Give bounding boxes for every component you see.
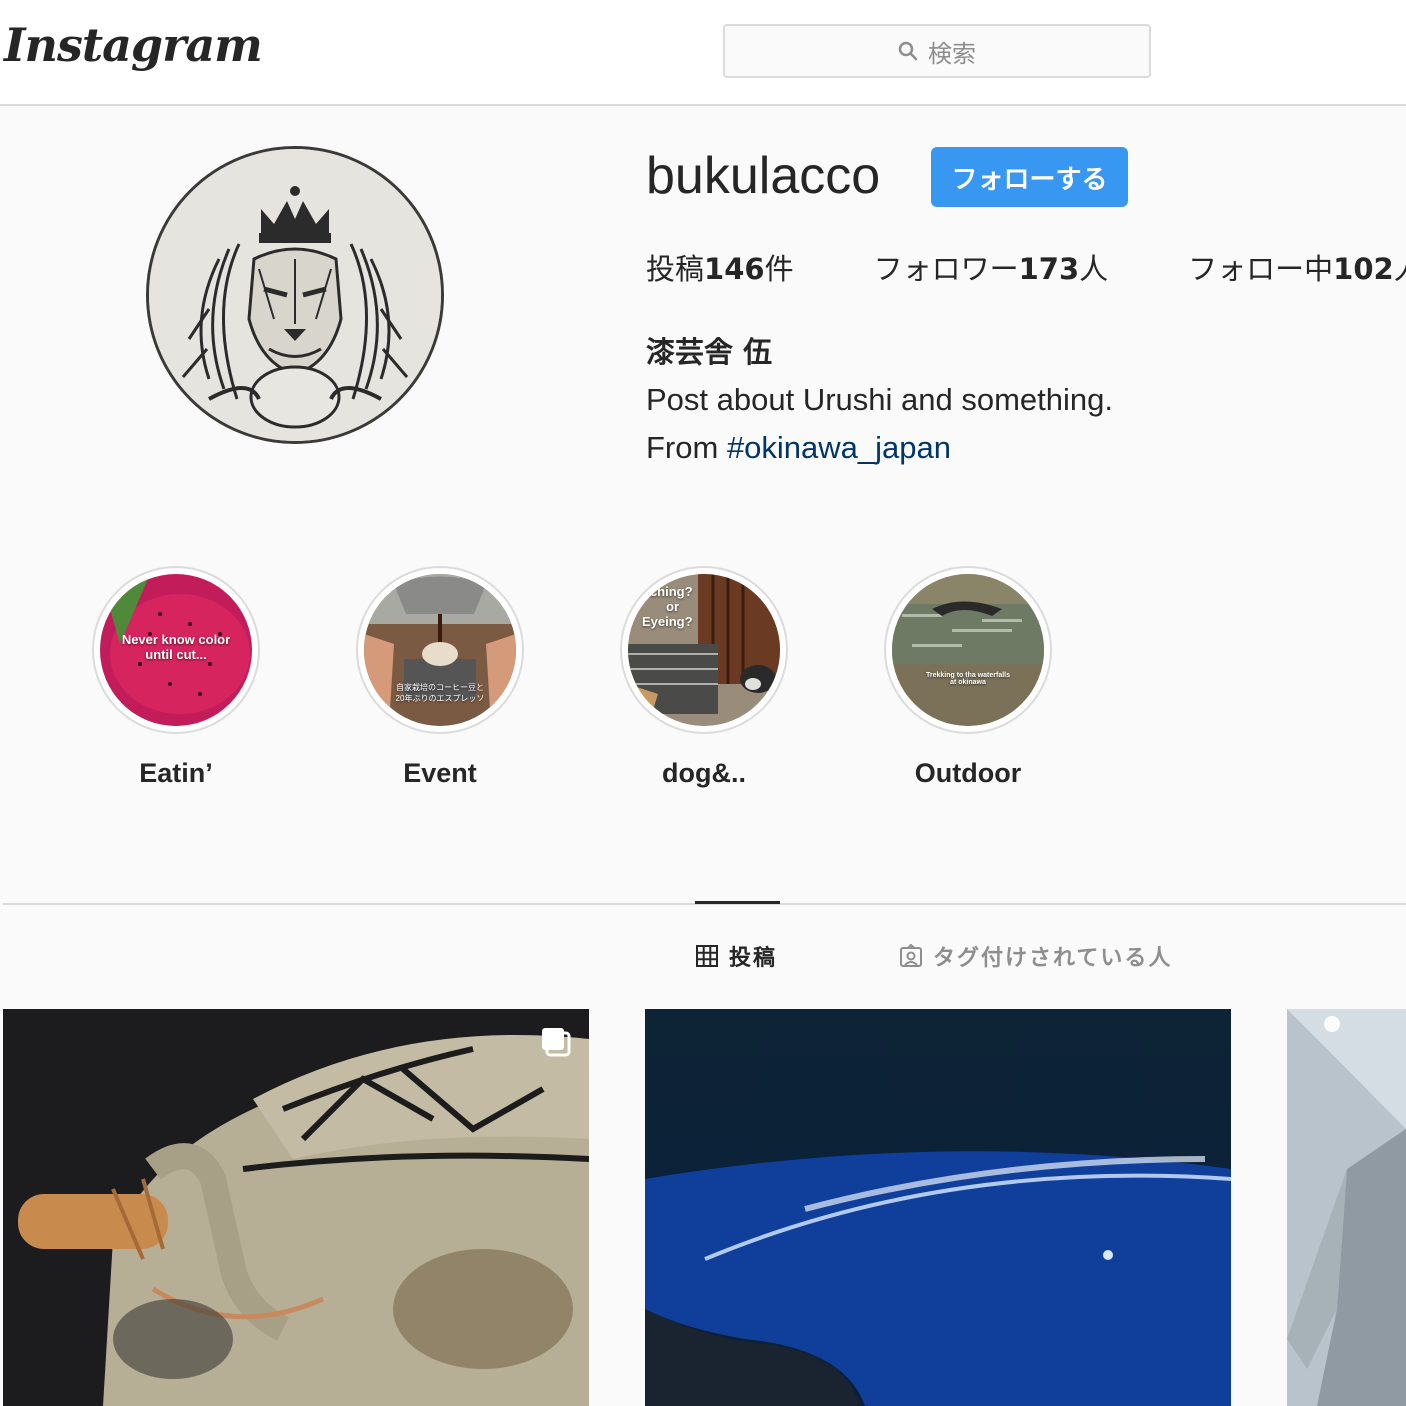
profile-stats: 投稿146件フォロワー173人フォロー中102人 xyxy=(646,246,1406,288)
caption-line-1: itching? xyxy=(642,584,693,599)
search-icon xyxy=(898,41,918,61)
caption-line-2: until cut... xyxy=(145,647,207,662)
bio-line-2: From #okinawa_japan xyxy=(646,424,1113,472)
caption-line-2: at okinawa xyxy=(950,679,986,686)
followers-stat-value: 173 xyxy=(1018,252,1080,286)
highlight-caption: 自家栽培のコーヒー豆と 20年ぶりのエスプレッソ xyxy=(364,682,516,704)
caption-line-1: Never know color xyxy=(121,632,231,647)
bio-from-text: From xyxy=(646,430,727,465)
search-input[interactable]: 検索 xyxy=(723,24,1151,78)
white-object-photo xyxy=(1287,1009,1406,1406)
highlight-outdoor[interactable]: Trekking to tha waterfalls at okinawa Out… xyxy=(882,566,1054,789)
highlight-caption: Never know color until cut... xyxy=(100,632,252,662)
highlight-dog[interactable]: itching? or Eyeing? dog&.. xyxy=(618,566,790,789)
search-placeholder: 検索 xyxy=(928,39,976,68)
highlight-thumbnail: Trekking to tha waterfalls at okinawa xyxy=(892,574,1044,726)
highlight-eatin[interactable]: Never know color until cut... Eatin’ xyxy=(90,566,262,789)
top-navigation-bar: Instagram 検索 xyxy=(0,0,1406,106)
highlight-ring: itching? or Eyeing? xyxy=(620,566,788,734)
caption-line-1: 自家栽培のコーヒー豆と xyxy=(396,683,484,692)
profile-bio: Post about Urushi and something. From #o… xyxy=(646,376,1113,472)
followers-count-link[interactable]: フォロワー173人 xyxy=(874,246,1109,288)
highlight-label: Event xyxy=(403,758,477,788)
post-thumbnail-pottery[interactable] xyxy=(3,1009,589,1406)
highlight-thumbnail: Never know color until cut... xyxy=(100,574,252,726)
posts-stat-label: 投稿 xyxy=(646,252,705,286)
bio-hashtag-link[interactable]: #okinawa_japan xyxy=(727,430,951,465)
following-stat-unit: 人 xyxy=(1394,252,1406,286)
bio-line-1: Post about Urushi and something. xyxy=(646,382,1113,417)
following-stat-label: フォロー中 xyxy=(1188,252,1334,286)
highlight-label: Eatin’ xyxy=(139,758,213,788)
posts-stat-value: 146 xyxy=(704,252,765,286)
tagged-person-icon xyxy=(900,944,922,967)
caption-line-2: 20年ぶりのエスプレッソ xyxy=(395,694,485,703)
highlight-thumbnail: itching? or Eyeing? xyxy=(628,574,780,726)
highlight-label: dog&.. xyxy=(662,758,746,788)
highlight-event[interactable]: 自家栽培のコーヒー豆と 20年ぶりのエスプレッソ Event xyxy=(354,566,526,789)
follow-button[interactable]: フォローする xyxy=(931,147,1128,207)
tab-posts[interactable]: 投稿 xyxy=(695,940,777,972)
following-count-link[interactable]: フォロー中102人 xyxy=(1188,246,1406,288)
highlight-thumbnail: 自家栽培のコーヒー豆と 20年ぶりのエスプレッソ xyxy=(364,574,516,726)
waterfall-image xyxy=(892,574,1044,726)
blue-lacquer-photo xyxy=(645,1009,1231,1406)
followers-stat-label: フォロワー xyxy=(873,252,1019,286)
posts-count-stat: 投稿146件 xyxy=(646,246,794,288)
posts-stat-unit: 件 xyxy=(764,252,794,286)
highlight-caption: itching? or Eyeing? xyxy=(628,584,780,629)
tab-posts-label: 投稿 xyxy=(729,946,778,971)
multiple-posts-icon xyxy=(542,1028,571,1057)
highlight-ring: Trekking to tha waterfalls at okinawa xyxy=(884,566,1052,734)
profile-username: bukulacco xyxy=(646,147,881,205)
profile-avatar[interactable] xyxy=(146,146,444,444)
followers-stat-unit: 人 xyxy=(1079,252,1109,286)
profile-full-name: 漆芸舎 伍 xyxy=(646,335,773,369)
highlight-caption: Trekking to tha waterfalls at okinawa xyxy=(892,672,1044,686)
caption-line-2: or xyxy=(666,599,679,614)
caption-line-1: Trekking to tha waterfalls xyxy=(925,672,1011,679)
tab-tagged[interactable]: タグ付けされている人 xyxy=(899,940,1172,972)
highlight-label: Outdoor xyxy=(914,758,1022,788)
caption-line-3: Eyeing? xyxy=(642,614,693,629)
pottery-photo xyxy=(3,1009,589,1406)
following-stat-value: 102 xyxy=(1333,252,1394,286)
post-thumbnail-partial[interactable] xyxy=(1287,1009,1406,1406)
grid-icon xyxy=(696,945,718,967)
instagram-logo[interactable]: Instagram xyxy=(4,18,263,72)
lion-illustration xyxy=(149,149,441,441)
tab-tagged-label: タグ付けされている人 xyxy=(933,946,1173,971)
highlight-ring: 自家栽培のコーヒー豆と 20年ぶりのエスプレッソ xyxy=(356,566,524,734)
post-thumbnail-blue[interactable] xyxy=(645,1009,1231,1406)
highlight-ring: Never know color until cut... xyxy=(92,566,260,734)
active-tab-indicator xyxy=(695,901,780,904)
